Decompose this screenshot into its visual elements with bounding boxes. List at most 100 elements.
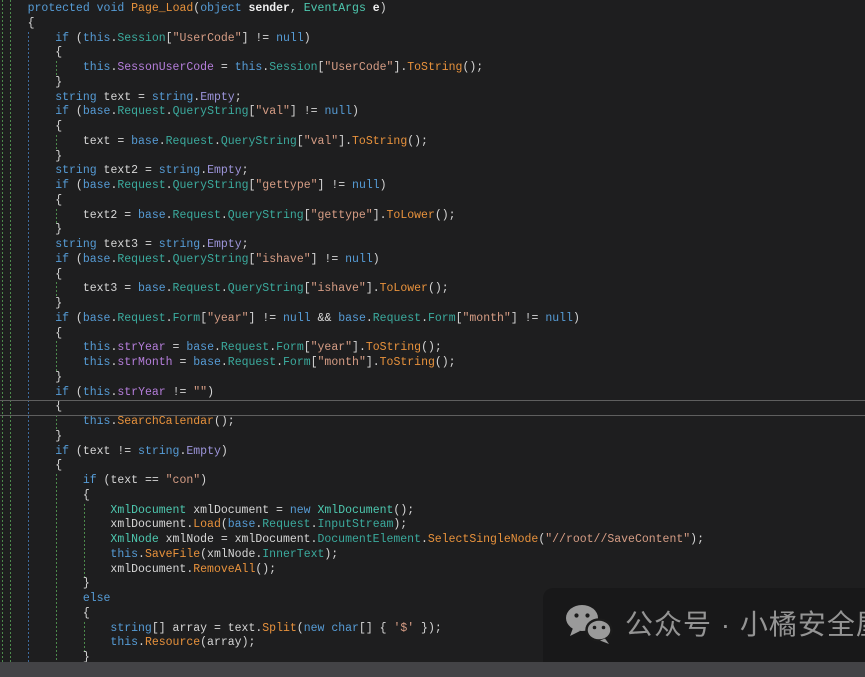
code-token: Form — [428, 312, 456, 325]
code-line[interactable]: XmlDocument xmlDocument = new XmlDocumen… — [0, 504, 865, 519]
code-line[interactable]: string text = string.Empty; — [0, 91, 865, 106]
code-line[interactable]: this.SaveFile(xmlNode.InnerText); — [0, 548, 865, 563]
code-token: ToLower — [387, 209, 435, 222]
code-token: Resource — [145, 636, 200, 649]
code-token — [0, 91, 55, 104]
code-token: text3 = — [97, 238, 159, 251]
code-line[interactable]: XmlNode xmlNode = xmlDocument.DocumentEl… — [0, 533, 865, 548]
code-token: QueryString — [228, 209, 304, 222]
code-line[interactable]: } — [0, 297, 865, 312]
code-token: InputStream — [317, 518, 393, 531]
code-line[interactable]: if (text != string.Empty) — [0, 445, 865, 460]
code-line[interactable]: { — [0, 120, 865, 135]
horizontal-scrollbar[interactable] — [0, 662, 865, 677]
code-token: { — [0, 607, 90, 620]
code-token: Form — [276, 341, 304, 354]
code-line[interactable]: { — [0, 46, 865, 61]
code-token: if — [55, 445, 69, 458]
code-token: ) — [373, 253, 380, 266]
code-line[interactable]: text2 = base.Request.QueryString["gettyp… — [0, 209, 865, 224]
code-token: ] != — [242, 32, 277, 45]
code-token — [0, 622, 110, 635]
code-token — [0, 533, 110, 546]
code-token: ToLower — [380, 282, 428, 295]
code-line[interactable]: text3 = base.Request.QueryString["ishave… — [0, 282, 865, 297]
code-line[interactable]: } — [0, 76, 865, 91]
code-line[interactable]: protected void Page_Load(object sender, … — [0, 2, 865, 17]
code-token: (xmlNode. — [200, 548, 262, 561]
code-token: ); — [393, 518, 407, 531]
code-token: '$' — [393, 622, 414, 635]
code-line[interactable]: { — [0, 459, 865, 474]
code-line[interactable]: if (base.Request.QueryString["gettype"] … — [0, 179, 865, 194]
watermark-text: 公众号 · 小橘安全屋 — [625, 618, 865, 633]
code-token: } — [0, 577, 90, 590]
code-token: QueryString — [228, 282, 304, 295]
code-token: string — [110, 622, 151, 635]
code-token — [0, 341, 83, 354]
code-token — [311, 504, 318, 517]
code-token: ) — [207, 386, 214, 399]
code-line[interactable]: } — [0, 150, 865, 165]
code-line[interactable]: } — [0, 223, 865, 238]
code-token — [0, 415, 83, 428]
code-line[interactable]: if (this.strYear != "") — [0, 386, 865, 401]
code-line[interactable]: xmlDocument.RemoveAll(); — [0, 563, 865, 578]
code-token: if — [55, 253, 69, 266]
code-line[interactable]: string text3 = string.Empty; — [0, 238, 865, 253]
code-token: xmlNode = xmlDocument. — [159, 533, 318, 546]
code-token: . — [276, 356, 283, 369]
code-line[interactable]: string text2 = string.Empty; — [0, 164, 865, 179]
code-token: } — [0, 223, 62, 236]
code-line[interactable]: } — [0, 430, 865, 445]
code-token: (text == — [97, 474, 166, 487]
code-token — [366, 2, 373, 15]
code-line[interactable]: { — [0, 489, 865, 504]
code-token: base — [83, 179, 111, 192]
code-line[interactable]: { — [0, 327, 865, 342]
code-token: . — [138, 636, 145, 649]
code-token: RemoveAll — [193, 563, 255, 576]
code-token: . — [166, 105, 173, 118]
code-line[interactable]: if (this.Session["UserCode"] != null) — [0, 32, 865, 47]
code-token: (); — [435, 209, 456, 222]
code-token: ) — [352, 105, 359, 118]
code-token: "UserCode" — [173, 32, 242, 45]
code-editor[interactable]: protected void Page_Load(object sender, … — [0, 0, 865, 677]
code-token: this — [83, 341, 111, 354]
code-line[interactable]: } — [0, 371, 865, 386]
code-token: strYear — [117, 386, 165, 399]
code-line[interactable]: if (base.Request.QueryString["ishave"] !… — [0, 253, 865, 268]
code-token — [0, 179, 55, 192]
code-token: Request — [221, 341, 269, 354]
code-token: { — [0, 46, 62, 59]
code-token: "gettype" — [311, 209, 373, 222]
code-token: "year" — [311, 341, 352, 354]
code-token — [0, 312, 55, 325]
code-line[interactable]: this.SessonUserCode = this.Session["User… — [0, 61, 865, 76]
code-token: ; — [242, 164, 249, 177]
code-token: EventArgs — [304, 2, 366, 15]
code-token: Empty — [186, 445, 221, 458]
code-token: xmlDocument. — [0, 518, 193, 531]
code-line[interactable]: this.strYear = base.Request.Form["year"]… — [0, 341, 865, 356]
code-line[interactable]: xmlDocument.Load(base.Request.InputStrea… — [0, 518, 865, 533]
code-line[interactable]: { — [0, 194, 865, 209]
code-line[interactable]: if (base.Request.Form["year"] != null &&… — [0, 312, 865, 327]
code-line[interactable]: text = base.Request.QueryString["val"].T… — [0, 135, 865, 150]
code-line[interactable]: { — [0, 268, 865, 283]
code-token: (); — [435, 356, 456, 369]
code-token: Page_Load — [131, 2, 193, 15]
code-line[interactable]: if (base.Request.QueryString["val"] != n… — [0, 105, 865, 120]
code-token: base — [186, 341, 214, 354]
code-token: QueryString — [173, 179, 249, 192]
code-line[interactable]: { — [0, 17, 865, 32]
code-line[interactable]: this.SearchCalendar(); — [0, 415, 865, 430]
code-token: base — [83, 312, 111, 325]
code-token: [ — [304, 282, 311, 295]
code-line[interactable]: if (text == "con") — [0, 474, 865, 489]
code-token — [0, 445, 55, 458]
code-token: "month" — [318, 356, 366, 369]
code-token: SaveFile — [145, 548, 200, 561]
code-line[interactable]: this.strMonth = base.Request.Form["month… — [0, 356, 865, 371]
